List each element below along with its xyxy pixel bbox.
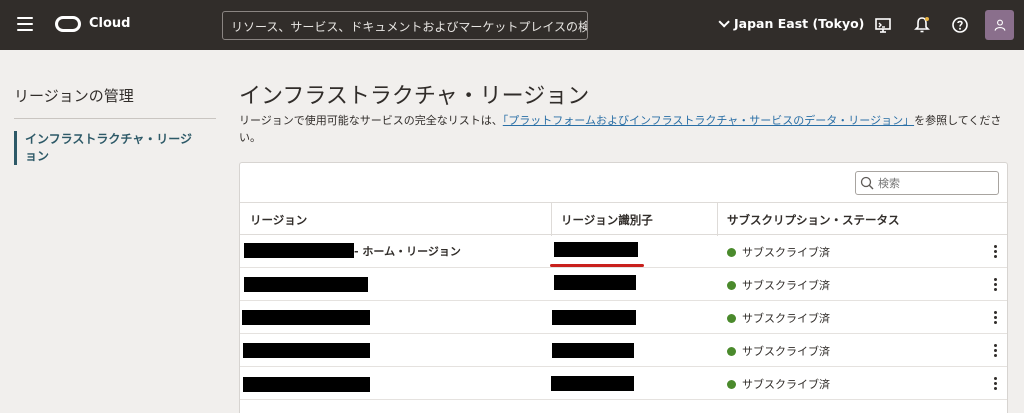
logo-text[interactable]: Cloud bbox=[89, 16, 131, 31]
redacted-region-identifier bbox=[554, 242, 638, 257]
top-navigation-bar: Cloud リソース、サービス、ドキュメントおよびマーケットプレイスの検索 Ja… bbox=[0, 0, 1024, 50]
redacted-region-name bbox=[244, 277, 368, 292]
column-divider bbox=[717, 203, 718, 236]
notification-bell-icon[interactable] bbox=[912, 15, 932, 35]
status-cell: サブスクライブ済 bbox=[727, 310, 830, 326]
redacted-region-identifier bbox=[552, 343, 634, 358]
sidebar-title: リージョンの管理 bbox=[14, 87, 134, 105]
row-actions-menu-icon[interactable] bbox=[992, 344, 998, 358]
column-header-region-identifier[interactable]: リージョン識別子 bbox=[561, 212, 653, 228]
status-text: サブスクライブ済 bbox=[742, 246, 830, 259]
table-search-field[interactable] bbox=[855, 171, 999, 195]
column-header-region[interactable]: リージョン bbox=[250, 212, 307, 228]
column-header-subscription-status[interactable]: サブスクリプション・ステータス bbox=[727, 212, 900, 228]
redacted-region-name bbox=[243, 343, 370, 358]
status-text: サブスクライブ済 bbox=[742, 345, 830, 358]
global-search-input[interactable]: リソース、サービス、ドキュメントおよびマーケットプレイスの検索 bbox=[222, 11, 588, 40]
row-actions-menu-icon[interactable] bbox=[992, 377, 998, 391]
row-actions-menu-icon[interactable] bbox=[992, 278, 998, 292]
home-region-label: - ホーム・リージョン bbox=[354, 245, 461, 258]
table-row: サブスクライブ済 bbox=[240, 334, 1007, 367]
description-prefix: リージョンで使用可能なサービスの完全なリストは、 bbox=[239, 114, 503, 127]
status-ok-icon bbox=[727, 313, 736, 323]
status-text: サブスクライブ済 bbox=[742, 312, 830, 325]
table-row: サブスクライブ済 bbox=[240, 301, 1007, 334]
status-text: サブスクライブ済 bbox=[742, 378, 830, 391]
status-cell: サブスクライブ済 bbox=[727, 277, 830, 293]
table-row: - ホーム・リージョン サブスクライブ済 bbox=[240, 235, 1007, 268]
status-ok-icon bbox=[727, 379, 736, 389]
page-title: インフラストラクチャ・リージョン bbox=[239, 84, 590, 109]
redacted-region-name bbox=[243, 377, 370, 392]
status-cell: サブスクライブ済 bbox=[727, 244, 830, 260]
regions-table-panel: リージョン リージョン識別子 サブスクリプション・ステータス - ホーム・リージ… bbox=[239, 162, 1008, 413]
status-ok-icon bbox=[727, 247, 736, 257]
menu-icon[interactable] bbox=[17, 17, 33, 31]
redacted-region-identifier bbox=[552, 310, 636, 325]
redacted-region-name bbox=[244, 243, 354, 258]
status-ok-icon bbox=[727, 280, 736, 290]
table-row: サブスクライブ済 bbox=[240, 268, 1007, 301]
user-icon bbox=[994, 19, 1005, 31]
redacted-region-name bbox=[242, 310, 370, 325]
sidebar-item-infrastructure-regions[interactable]: インフラストラクチャ・リージョン bbox=[14, 131, 204, 165]
help-icon[interactable] bbox=[950, 15, 970, 35]
page-description: リージョンで使用可能なサービスの完全なリストは、「プラットフォームおよびインフラ… bbox=[239, 112, 1009, 146]
oracle-logo-icon[interactable] bbox=[55, 16, 81, 32]
table-header: リージョン リージョン識別子 サブスクリプション・ステータス bbox=[240, 202, 1007, 236]
highlight-underline bbox=[550, 264, 644, 267]
region-selector[interactable]: Japan East (Tokyo) bbox=[718, 15, 865, 31]
row-actions-menu-icon[interactable] bbox=[992, 245, 998, 259]
redacted-region-identifier bbox=[554, 275, 636, 290]
region-label: Japan East (Tokyo) bbox=[734, 16, 865, 31]
redacted-region-identifier bbox=[551, 376, 634, 391]
chevron-down-icon bbox=[718, 15, 730, 28]
table-search-input[interactable] bbox=[878, 176, 994, 190]
sidebar-divider bbox=[14, 118, 216, 119]
status-ok-icon bbox=[727, 346, 736, 356]
row-actions-menu-icon[interactable] bbox=[992, 311, 998, 325]
status-cell: サブスクライブ済 bbox=[727, 343, 830, 359]
column-divider bbox=[551, 203, 552, 236]
status-cell: サブスクライブ済 bbox=[727, 376, 830, 392]
status-text: サブスクライブ済 bbox=[742, 279, 830, 292]
cloud-shell-icon[interactable] bbox=[873, 15, 893, 35]
data-regions-link[interactable]: 「プラットフォームおよびインフラストラクチャ・サービスのデータ・リージョン」 bbox=[503, 114, 914, 127]
user-avatar[interactable] bbox=[985, 10, 1014, 40]
search-icon bbox=[860, 176, 874, 190]
table-row: サブスクライブ済 bbox=[240, 367, 1007, 400]
